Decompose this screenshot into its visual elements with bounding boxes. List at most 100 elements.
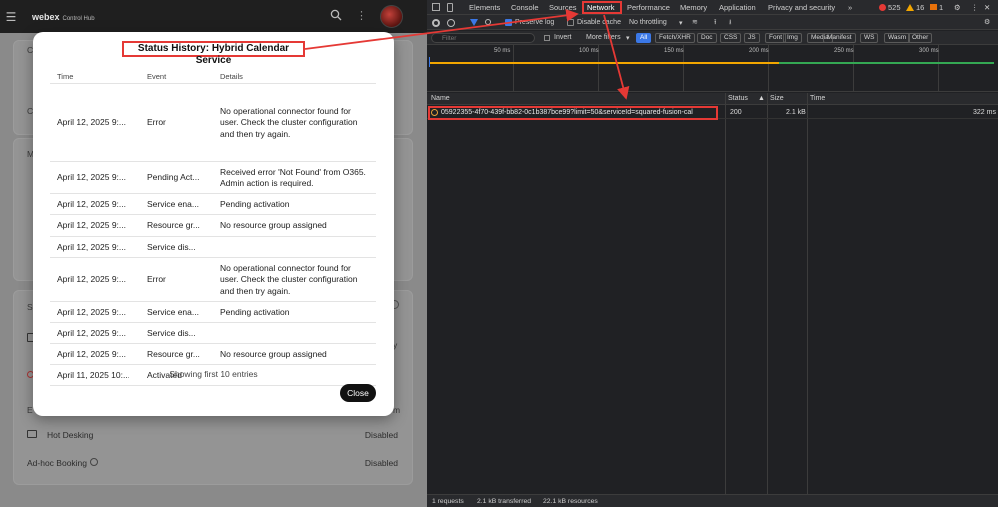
app-brand: webex Control Hub — [32, 11, 95, 22]
column-header-time: Time — [57, 72, 74, 81]
type-filter-doc[interactable]: Doc — [697, 33, 717, 43]
clear-icon[interactable] — [447, 19, 455, 27]
type-filter-all[interactable]: All — [636, 33, 652, 43]
record-icon[interactable] — [432, 19, 440, 27]
issues-count[interactable]: 1 — [939, 3, 943, 12]
row-event: Error — [147, 274, 166, 285]
row-details: No operational connector found for user.… — [220, 105, 358, 139]
column-time[interactable]: Time — [810, 95, 825, 102]
tab-performance[interactable]: Performance — [627, 3, 670, 12]
tab-application[interactable]: Application — [719, 3, 756, 12]
tab-memory[interactable]: Memory — [680, 3, 707, 12]
row-time: April 12, 2025 9:... — [57, 198, 126, 209]
column-name[interactable]: Name — [431, 95, 450, 102]
network-settings-icon[interactable]: ⚙ — [984, 18, 990, 26]
issues-icon — [930, 4, 937, 10]
row-details: Pending activation — [220, 306, 290, 317]
table-row: April 12, 2025 9:... Resource gr... No res… — [50, 215, 376, 237]
transferred-size: 2.1 kB transferred — [477, 498, 532, 505]
request-time: 322 ms — [973, 109, 996, 116]
sort-up-icon[interactable]: ▲ — [758, 95, 765, 102]
row-event: Service dis... — [147, 241, 196, 252]
device-toolbar-icon[interactable] — [447, 3, 453, 12]
network-conditions-icon[interactable]: ≋ — [692, 18, 698, 26]
type-filter-other[interactable]: Other — [908, 33, 933, 43]
requests-table-header: Name Status ▲ Size Time — [427, 93, 998, 105]
type-filter-js[interactable]: JS — [744, 33, 760, 43]
request-status: 200 — [730, 109, 742, 116]
hot-desking-label: Hot Desking — [47, 430, 94, 440]
table-row: April 12, 2025 9:... Resource gr... No res… — [50, 344, 376, 365]
table-row: April 12, 2025 9:... Service ena... Pendin… — [50, 194, 376, 215]
bg-fragment: m — [393, 405, 401, 415]
hamburger-menu-icon[interactable]: ☰ — [0, 10, 22, 24]
type-filter-wasm[interactable]: Wasm — [884, 33, 911, 43]
timeline-label: 250 ms — [834, 48, 854, 54]
request-name-highlight — [428, 106, 718, 120]
kebab-menu-icon[interactable]: ⋮ — [971, 3, 979, 12]
warning-count[interactable]: 16 — [916, 3, 924, 12]
table-row: April 12, 2025 9:... Service ena... Pendin… — [50, 302, 376, 323]
type-filter-manifest[interactable]: Manifest — [823, 33, 856, 43]
row-time: April 12, 2025 9:... — [57, 117, 126, 128]
table-row: April 12, 2025 9:... Error No operational … — [50, 258, 376, 302]
modal-title: Status History: Hybrid Calendar Service — [122, 41, 305, 66]
chevron-down-icon[interactable]: ▾ — [679, 19, 683, 27]
avatar[interactable] — [380, 5, 403, 28]
timeline-marker — [429, 57, 430, 67]
filter-funnel-icon[interactable] — [470, 19, 478, 26]
filter-input[interactable] — [431, 33, 535, 43]
timeline-label: 50 ms — [494, 48, 511, 54]
search-icon[interactable] — [330, 9, 342, 21]
column-status[interactable]: Status — [728, 95, 748, 102]
throttling-select[interactable]: No throttling — [629, 19, 667, 26]
error-count[interactable]: 525 — [888, 3, 901, 12]
settings-gear-icon[interactable]: ⚙ — [954, 3, 961, 12]
more-tabs-icon[interactable]: » — [848, 3, 852, 12]
table-row: April 12, 2025 9:... Service dis... — [50, 237, 376, 258]
import-har-icon[interactable]: ⭱ — [714, 18, 716, 29]
inspect-icon[interactable] — [432, 3, 440, 11]
close-devtools-icon[interactable]: ✕ — [984, 3, 990, 12]
tab-console[interactable]: Console — [511, 3, 539, 12]
more-options-icon[interactable]: ⋮ — [356, 9, 367, 22]
type-filter-css[interactable]: CSS — [720, 33, 742, 43]
type-filter-fetchxhr[interactable]: Fetch/XHR — [655, 33, 695, 43]
column-size[interactable]: Size — [770, 95, 784, 102]
column-header-event: Event — [147, 72, 167, 81]
more-filters-dropdown[interactable]: More filters — [586, 34, 621, 41]
preserve-log-label[interactable]: Preserve log — [515, 19, 554, 26]
desk-icon — [27, 430, 37, 438]
chevron-down-icon: ▾ — [626, 35, 630, 42]
invert-label[interactable]: Invert — [554, 34, 572, 41]
disable-cache-label[interactable]: Disable cache — [577, 19, 621, 26]
timeline-bar — [779, 62, 994, 64]
network-toolbar: Preserve log Disable cache No throttling… — [427, 15, 998, 30]
tab-elements[interactable]: Elements — [469, 3, 500, 12]
row-event: Pending Act... — [147, 172, 200, 183]
tab-privacy-security[interactable]: Privacy and security — [768, 3, 835, 12]
row-details: Pending activation — [220, 198, 290, 209]
tab-sources[interactable]: Sources — [549, 3, 577, 12]
preserve-log-checkbox[interactable] — [505, 19, 512, 26]
export-har-icon[interactable]: ⭳ — [729, 18, 731, 29]
devtools-tab-bar: Elements Console Sources Network Perform… — [427, 0, 998, 15]
search-icon[interactable] — [485, 19, 491, 25]
adhoc-booking-label: Ad-hoc Booking — [27, 458, 88, 468]
type-filter-ws[interactable]: WS — [860, 33, 879, 43]
network-timeline[interactable]: 50 ms 100 ms 150 ms 200 ms 250 ms 300 ms — [427, 45, 998, 92]
invert-checkbox[interactable] — [544, 35, 550, 41]
row-event: Error — [147, 117, 166, 128]
type-filter-img[interactable]: Img — [783, 33, 802, 43]
filter-bar: Invert More filters ▾ AllFetch/XHRDocCSS… — [427, 31, 998, 45]
info-icon[interactable] — [90, 458, 98, 466]
disable-cache-checkbox[interactable] — [567, 19, 574, 26]
network-status-bar: 1 requests 2.1 kB transferred 22.1 kB re… — [427, 494, 998, 507]
devtools-panel: Elements Console Sources Network Perform… — [427, 0, 998, 507]
row-details: No resource group assigned — [220, 220, 327, 231]
app-header: ☰ webex Control Hub ⋮ — [0, 0, 427, 33]
row-details: No resource group assigned — [220, 348, 327, 359]
row-time: April 12, 2025 9:... — [57, 348, 126, 359]
table-row: April 12, 2025 9:... Pending Act... Receiv… — [50, 162, 376, 194]
close-button[interactable]: Close — [340, 384, 376, 402]
